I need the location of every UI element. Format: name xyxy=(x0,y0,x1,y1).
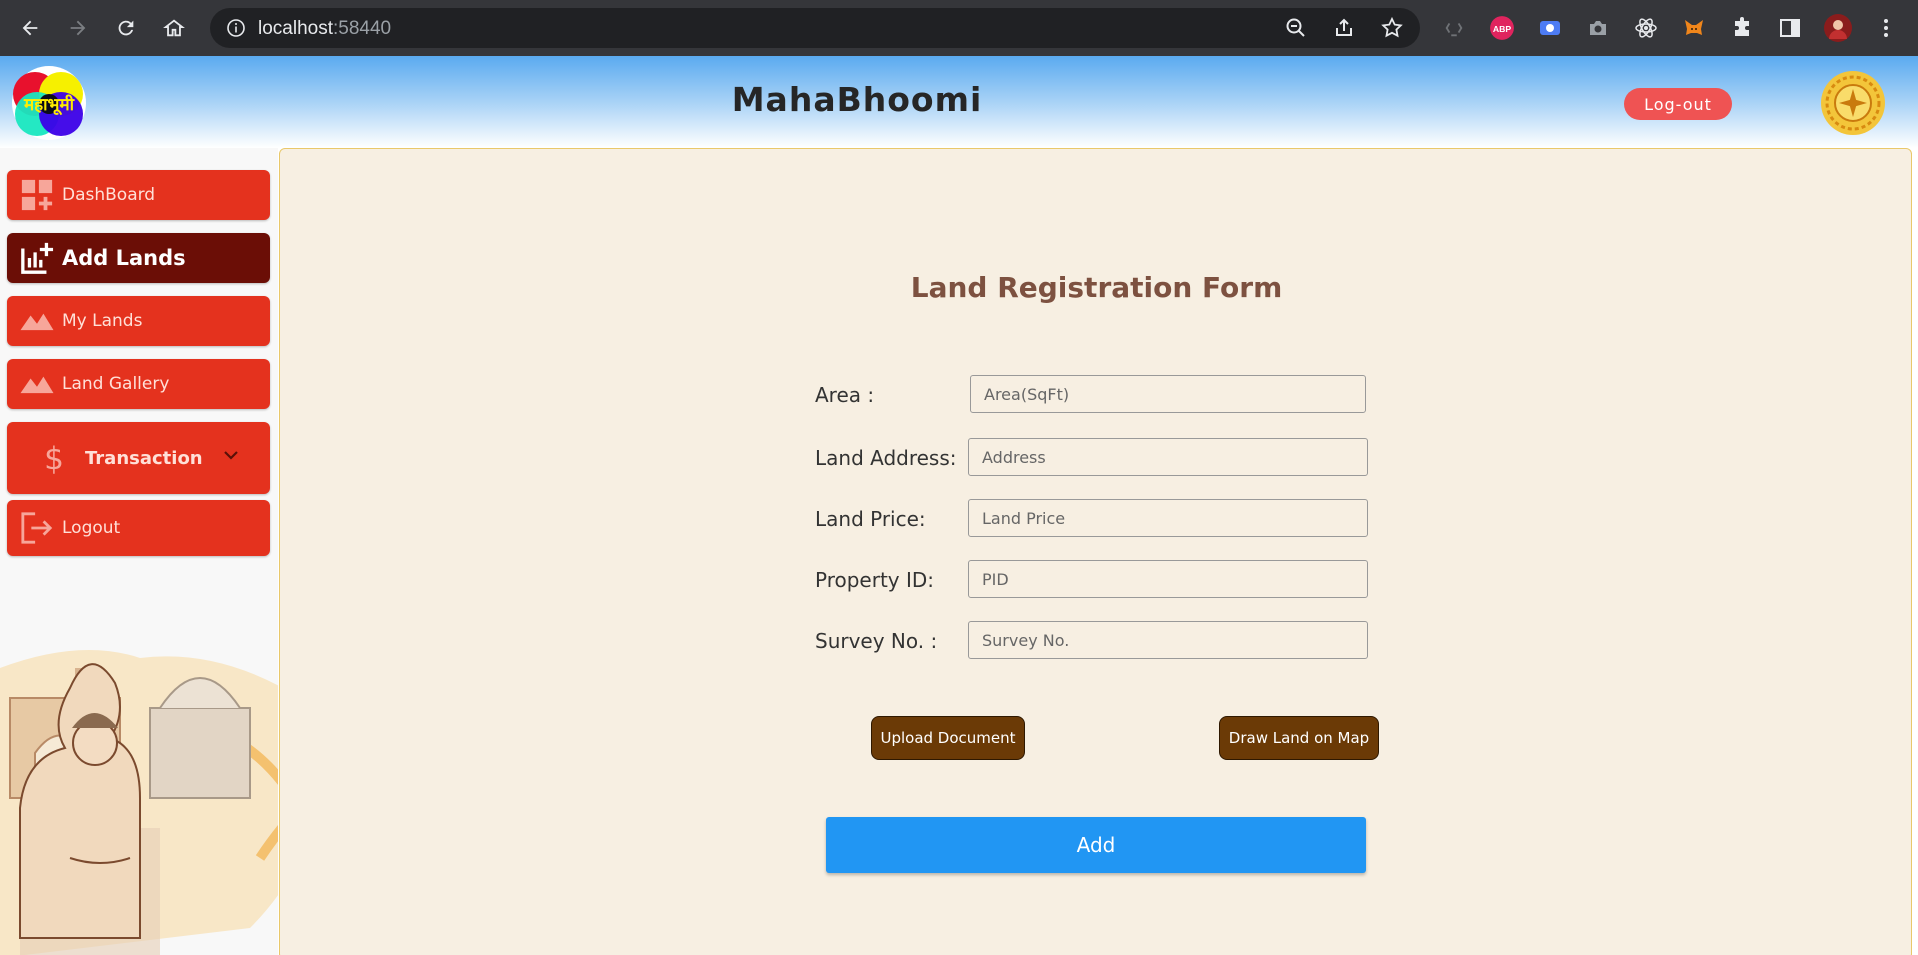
sidebar-item-logout[interactable]: Logout xyxy=(7,500,270,556)
profile-avatar[interactable] xyxy=(1824,14,1852,42)
svg-text:$: $ xyxy=(44,441,64,475)
government-seal-icon xyxy=(1821,71,1885,135)
land-price-label: Land Price: xyxy=(815,507,926,531)
draw-land-on-map-button[interactable]: Draw Land on Map xyxy=(1219,716,1379,760)
url-port: :58440 xyxy=(333,18,392,39)
property-id-label: Property ID: xyxy=(815,568,935,592)
url-text: localhost:58440 xyxy=(258,18,391,40)
area-label: Area : xyxy=(815,383,875,407)
heritage-illustration xyxy=(0,650,278,955)
home-icon[interactable] xyxy=(158,12,190,44)
chevron-down-icon[interactable] xyxy=(222,446,240,464)
land-price-input[interactable] xyxy=(968,499,1368,537)
upload-document-button[interactable]: Upload Document xyxy=(871,716,1025,760)
app-title: MahaBhoomi xyxy=(731,80,983,119)
extensions-puzzle-icon[interactable] xyxy=(1728,14,1756,42)
sidebar-item-my-lands[interactable]: My Lands xyxy=(7,296,270,346)
add-button[interactable]: Add xyxy=(826,817,1366,873)
back-icon[interactable] xyxy=(14,12,46,44)
side-panel-icon[interactable] xyxy=(1776,14,1804,42)
screen-record-icon[interactable] xyxy=(1536,14,1564,42)
dashboard-icon xyxy=(18,176,56,214)
sidebar-item-label: DashBoard xyxy=(62,185,156,205)
landscape-icon xyxy=(18,302,56,340)
adblock-icon[interactable]: ABP xyxy=(1488,14,1516,42)
site-info-icon[interactable] xyxy=(226,18,246,38)
bookmark-star-icon[interactable] xyxy=(1380,16,1404,40)
app-header: महाभूमी MahaBhoomi Log-out xyxy=(0,56,1918,148)
url-host: localhost xyxy=(258,18,333,39)
forward-icon[interactable] xyxy=(62,12,94,44)
logout-icon xyxy=(18,509,56,547)
survey-no-input[interactable] xyxy=(968,621,1368,659)
survey-no-label: Survey No. : xyxy=(815,629,938,653)
landscape-icon xyxy=(18,365,56,403)
land-address-label: Land Address: xyxy=(815,446,957,470)
sidebar: DashBoard Add Lands My Lands Land Galler… xyxy=(0,148,278,955)
header-logout-button[interactable]: Log-out xyxy=(1624,88,1732,120)
svg-text:ABP: ABP xyxy=(1493,24,1512,34)
property-id-input[interactable] xyxy=(968,560,1368,598)
sidebar-item-label: My Lands xyxy=(62,311,143,331)
main-panel: Land Registration Form Area : Land Addre… xyxy=(279,148,1912,955)
dollar-icon: $ xyxy=(35,439,73,477)
add-chart-icon xyxy=(18,239,56,277)
sidebar-item-label: Land Gallery xyxy=(62,374,170,394)
area-input[interactable] xyxy=(970,375,1366,413)
sidebar-item-dashboard[interactable]: DashBoard xyxy=(7,170,270,220)
sidebar-item-land-gallery[interactable]: Land Gallery xyxy=(7,359,270,409)
react-devtools-icon[interactable] xyxy=(1632,14,1660,42)
sidebar-item-label: Transaction xyxy=(85,447,203,469)
more-menu-icon[interactable] xyxy=(1872,14,1900,42)
sidebar-item-label: Add Lands xyxy=(62,246,186,270)
sidebar-item-transaction[interactable]: $ Transaction xyxy=(7,422,270,494)
address-input[interactable] xyxy=(968,438,1368,476)
address-bar[interactable]: localhost:58440 xyxy=(210,8,1420,48)
form-title: Land Registration Form xyxy=(910,271,1283,304)
metamask-icon[interactable] xyxy=(1680,14,1708,42)
sidebar-item-add-lands[interactable]: Add Lands xyxy=(7,233,270,283)
zoom-out-icon[interactable] xyxy=(1284,16,1308,40)
recycle-extension-icon[interactable] xyxy=(1440,14,1468,42)
browser-toolbar: localhost:58440 ABP xyxy=(0,0,1918,56)
share-icon[interactable] xyxy=(1332,16,1356,40)
sidebar-item-label: Logout xyxy=(62,518,121,538)
reload-icon[interactable] xyxy=(110,12,142,44)
camera-icon[interactable] xyxy=(1584,14,1612,42)
